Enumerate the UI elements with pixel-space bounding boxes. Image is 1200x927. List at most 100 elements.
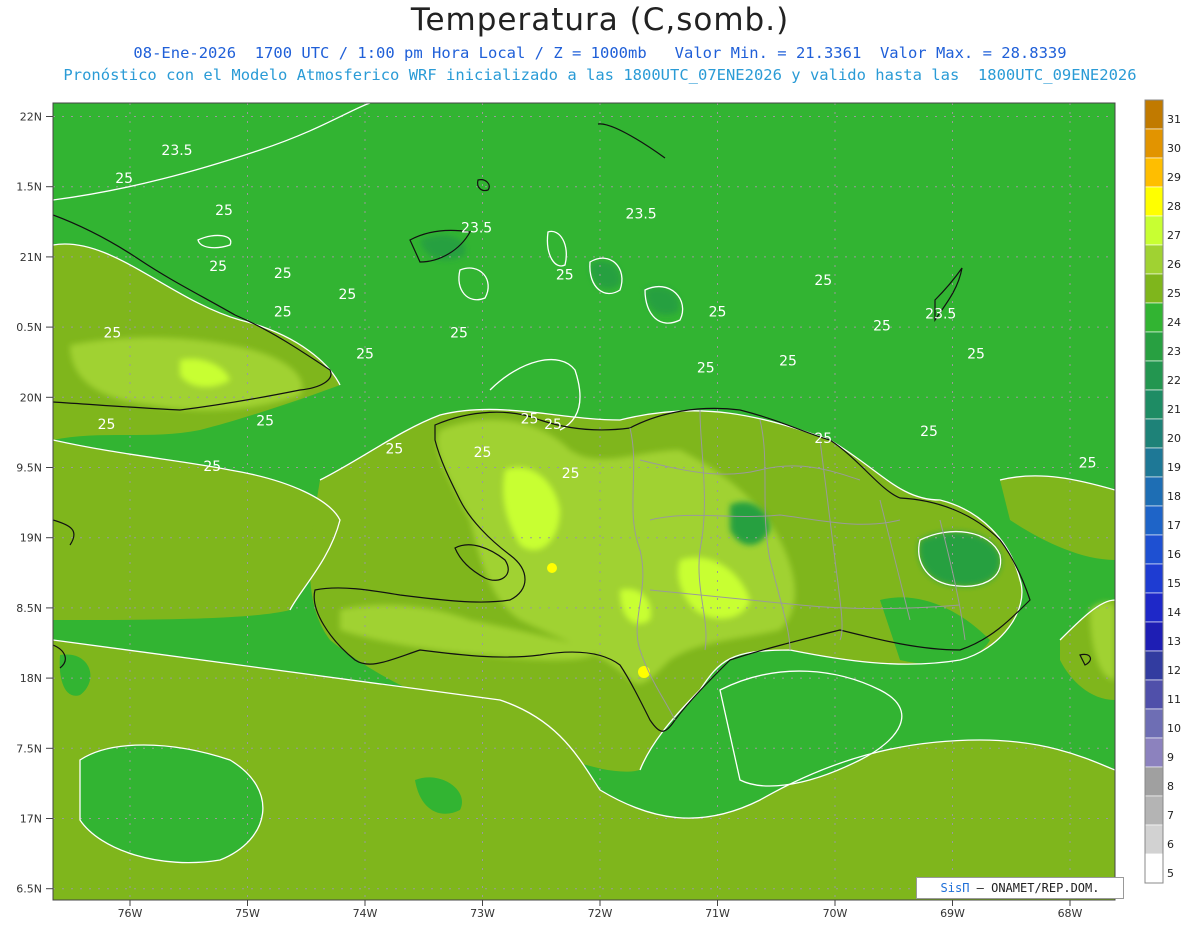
colorbar-label: 6 — [1167, 838, 1174, 851]
contour-label: 25 — [1120, 287, 1138, 303]
contour-label: 23.5 — [626, 206, 657, 222]
contour-label: 25 — [115, 171, 133, 187]
colorbar-swatch — [1144, 215, 1164, 246]
contour-label: 25 — [203, 459, 221, 475]
colorbar-label: 24 — [1167, 316, 1181, 329]
contour-label: 25 — [274, 266, 292, 282]
colorbar-label: 25 — [1167, 287, 1181, 300]
contour-label: 25 — [338, 287, 356, 303]
colorbar-swatch — [1144, 708, 1164, 739]
lat-label: 0.5N — [16, 321, 42, 334]
colorbar-swatch — [1144, 621, 1164, 652]
colorbar-label: 11 — [1167, 693, 1181, 706]
lon-label: 76W — [118, 907, 143, 920]
contour-label: 25 — [98, 417, 116, 433]
sispi-logo-text: SisΠ — [940, 881, 970, 895]
lat-label: 1.5N — [16, 181, 42, 194]
colorbar-swatch — [1144, 476, 1164, 507]
colorbar-label: 15 — [1167, 577, 1181, 590]
colorbar-swatch — [1144, 331, 1164, 362]
latitude-labels: 22N 1.5N 21N 0.5N 20N 9.5N 19N 8.5N 18N 7.5N 17N 6.… — [16, 111, 42, 896]
colorbar-label: 9 — [1167, 751, 1174, 764]
colorbar-label: 16 — [1167, 548, 1181, 561]
colorbar-swatch — [1144, 766, 1164, 797]
lat-label: 7.5N — [16, 742, 42, 755]
contour-label: 25 — [274, 305, 292, 321]
colorbar-swatch — [1144, 592, 1164, 623]
colorbar-swatch — [1144, 795, 1164, 826]
lon-label: 70W — [823, 907, 848, 920]
colorbar-swatch — [1144, 563, 1164, 594]
contour-label: 25 — [385, 441, 403, 457]
contour-label: 25 — [709, 305, 727, 321]
contour-label: 25 — [562, 466, 580, 482]
lon-label: 75W — [235, 907, 260, 920]
contour-label: 25 — [967, 347, 985, 363]
contour-label: 25 — [256, 413, 274, 429]
lat-label: 6.5N — [16, 883, 42, 896]
colorbar-swatch — [1144, 447, 1164, 478]
colorbar-swatch — [1144, 244, 1164, 275]
colorbar-swatch — [1144, 853, 1164, 884]
contour-label: 23.5 — [461, 220, 492, 236]
lat-label: 17N — [20, 813, 42, 826]
contour-label: 25 — [544, 417, 562, 433]
lon-label: 73W — [470, 907, 495, 920]
contour-label: 25 — [1079, 456, 1097, 472]
colorbar-label: 30 — [1167, 142, 1181, 155]
contour-label: 25 — [521, 411, 539, 427]
contour-label: 25 — [873, 319, 891, 335]
contour-label: 25 — [450, 326, 468, 342]
colorbar-label: 12 — [1167, 664, 1181, 677]
colorbar-swatch — [1144, 679, 1164, 710]
colorbar-label: 5 — [1167, 867, 1174, 880]
contour-label: 25 — [779, 354, 797, 370]
contour-label: 25 — [215, 203, 233, 219]
credit-box: SisΠ – ONAMET/REP.DOM. — [916, 877, 1124, 899]
lat-label: 22N — [20, 111, 42, 124]
lon-label: 71W — [705, 907, 730, 920]
shaded-field — [53, 103, 1115, 900]
contour-label: 23.5 — [161, 143, 192, 159]
colorbar-label: 17 — [1167, 519, 1181, 532]
lat-label: 9.5N — [16, 462, 42, 475]
lon-label: 68W — [1058, 907, 1083, 920]
lat-label: 18N — [20, 672, 42, 685]
colorbar-swatch — [1144, 360, 1164, 391]
colorbar-label: 19 — [1167, 461, 1181, 474]
colorbar-swatch — [1144, 99, 1164, 130]
lat-label: 20N — [20, 391, 42, 404]
colorbar-label: 26 — [1167, 258, 1181, 271]
temperature-map: 23.5 23.5 23.5 23.5 25 25 25 25 25 25 25 25 25 25 25 25… — [16, 99, 1181, 920]
colorbar-label: 7 — [1167, 809, 1174, 822]
colorbar-label: 22 — [1167, 374, 1181, 387]
colorbar: 31 30 29 28 27 26 25 24 23 22 21 20 19 18 17 16 15 14 13 12… — [1144, 99, 1181, 884]
colorbar-swatch — [1144, 302, 1164, 333]
contour-label: 25 — [697, 361, 715, 377]
colorbar-swatch — [1144, 505, 1164, 536]
colorbar-swatch — [1144, 273, 1164, 304]
contour-label: 25 — [920, 424, 938, 440]
colorbar-swatch — [1144, 157, 1164, 188]
colorbar-label: 8 — [1167, 780, 1174, 793]
longitude-labels: 76W 75W 74W 73W 72W 71W 70W 69W 68W — [118, 907, 1083, 920]
colorbar-swatch — [1144, 186, 1164, 217]
colorbar-label: 13 — [1167, 635, 1181, 648]
lon-label: 69W — [940, 907, 965, 920]
contour-label: 23.5 — [925, 307, 956, 323]
contour-label: 25 — [474, 445, 492, 461]
contour-label: 25 — [356, 347, 374, 363]
colorbar-label: 21 — [1167, 403, 1181, 416]
colorbar-label: 18 — [1167, 490, 1181, 503]
colorbar-swatch — [1144, 650, 1164, 681]
colorbar-label: 29 — [1167, 171, 1181, 184]
contour-label: 25 — [814, 431, 832, 447]
colorbar-swatch — [1144, 534, 1164, 565]
lat-label: 21N — [20, 251, 42, 264]
colorbar-label: 23 — [1167, 345, 1181, 358]
lon-label: 74W — [353, 907, 378, 920]
colorbar-swatch — [1144, 418, 1164, 449]
colorbar-label: 28 — [1167, 200, 1181, 213]
lat-label: 19N — [20, 532, 42, 545]
contour-label: 25 — [103, 326, 121, 342]
